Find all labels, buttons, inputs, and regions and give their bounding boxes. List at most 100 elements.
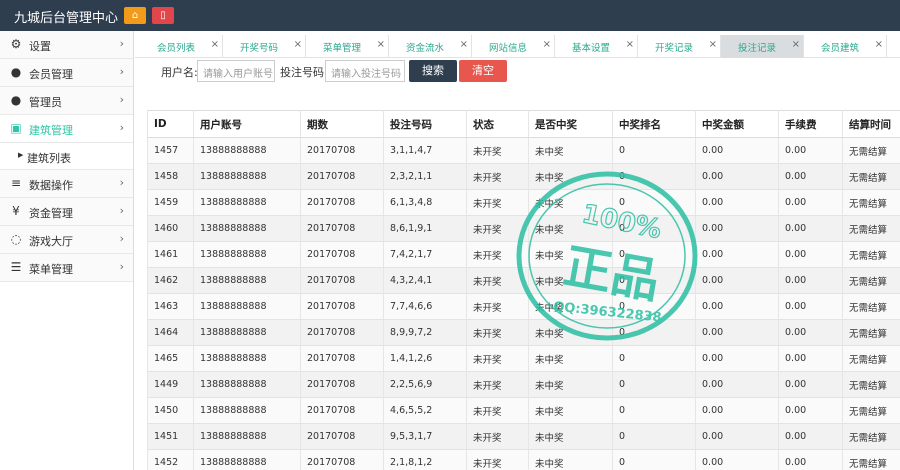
table-row[interactable]: 1463 13888888888 20170708 7,7,4,6,6 未开奖 未中奖 0 0…	[147, 293, 900, 320]
table-cell: 无需结算	[842, 319, 900, 346]
table-row[interactable]: 1458 13888888888 20170708 2,3,2,1,1 未开奖 未中奖 0 0…	[147, 163, 900, 190]
home-button[interactable]: ⌂	[124, 7, 146, 24]
table-cell: 13888888888	[193, 215, 301, 242]
tab-0[interactable]: 会员列表 ×	[140, 35, 223, 58]
table-row[interactable]: 1462 13888888888 20170708 4,3,2,4,1 未开奖 未中奖 0 0…	[147, 267, 900, 294]
top-bar: 九城后台管理中心 ⌂ ▯	[0, 0, 900, 31]
table-cell: 无需结算	[842, 267, 900, 294]
circle-icon: ◌	[10, 232, 22, 246]
close-icon[interactable]: ×	[294, 39, 302, 50]
column-header[interactable]: 状态	[466, 110, 529, 138]
table-cell: 3,1,1,4,7	[383, 137, 467, 164]
table-cell: 0	[612, 449, 696, 470]
sidebar-item-3[interactable]: ▣ 建筑管理 ›	[0, 115, 133, 143]
column-header[interactable]: 结算时间	[842, 110, 900, 138]
table-cell: 13888888888	[193, 189, 301, 216]
bet-number-input[interactable]: 请输入投注号码	[325, 60, 405, 82]
table-row[interactable]: 1452 13888888888 20170708 2,1,8,1,2 未开奖 未中奖 0 0…	[147, 449, 900, 470]
table-cell: 无需结算	[842, 449, 900, 470]
column-header[interactable]: 投注号码	[383, 110, 467, 138]
username-input[interactable]: 请输入用户账号	[197, 60, 275, 82]
table-cell: 20170708	[300, 267, 384, 294]
sidebar-item-2[interactable]: ● 管理员 ›	[0, 87, 133, 115]
column-header[interactable]: 用户账号	[193, 110, 301, 138]
table-row[interactable]: 1449 13888888888 20170708 2,2,5,6,9 未开奖 未中奖 0 0…	[147, 371, 900, 398]
search-button[interactable]: 搜索	[409, 60, 457, 82]
tab-label: 菜单管理	[322, 43, 361, 54]
tab-3[interactable]: 资金流水 ×	[389, 35, 472, 58]
column-header[interactable]: 中奖金额	[695, 110, 779, 138]
close-icon[interactable]: ×	[875, 39, 883, 50]
table-cell: 1,4,1,2,6	[383, 345, 467, 372]
table-cell: 未中奖	[528, 345, 613, 372]
table-cell: 未中奖	[528, 215, 613, 242]
sidebar-item-0[interactable]: ⚙ 设置 ›	[0, 31, 133, 59]
table-cell: 无需结算	[842, 423, 900, 450]
column-header[interactable]: 是否中奖	[528, 110, 613, 138]
table-row[interactable]: 1451 13888888888 20170708 9,5,3,1,7 未开奖 未中奖 0 0…	[147, 423, 900, 450]
column-header[interactable]: 期数	[300, 110, 384, 138]
table-row[interactable]: 1460 13888888888 20170708 8,6,1,9,1 未开奖 未中奖 0 0…	[147, 215, 900, 242]
table-row[interactable]: 1461 13888888888 20170708 7,4,2,1,7 未开奖 未中奖 0 0…	[147, 241, 900, 268]
building-icon: ▣	[10, 121, 22, 135]
table-cell: 无需结算	[842, 397, 900, 424]
search-bar: 用户名: 请输入用户账号 投注号码: 请输入投注号码 搜索 清空	[135, 58, 900, 86]
close-icon[interactable]: ×	[792, 39, 800, 50]
table-cell: 未中奖	[528, 241, 613, 268]
table-row[interactable]: 1464 13888888888 20170708 8,9,9,7,2 未开奖 未中奖 0 0…	[147, 319, 900, 346]
sidebar-item-5[interactable]: ¥ 资金管理 ›	[0, 198, 133, 226]
list-icon: ☰	[10, 260, 22, 274]
table-cell: 1464	[147, 319, 194, 346]
table-cell: 0.00	[778, 449, 843, 470]
column-header[interactable]: ID	[147, 110, 194, 138]
close-icon[interactable]: ×	[460, 39, 468, 50]
tab-2[interactable]: 菜单管理 ×	[306, 35, 389, 58]
close-icon[interactable]: ×	[709, 39, 717, 50]
table-cell: 0.00	[695, 163, 779, 190]
table-cell: 1457	[147, 137, 194, 164]
sidebar-item-1[interactable]: ● 会员管理 ›	[0, 59, 133, 87]
column-header[interactable]: 中奖排名	[612, 110, 696, 138]
sidebar-item-label: 会员管理	[29, 68, 73, 81]
clear-button[interactable]: 清空	[459, 60, 507, 82]
table-cell: 20170708	[300, 189, 384, 216]
table-cell: 0	[612, 215, 696, 242]
table-cell: 20170708	[300, 423, 384, 450]
close-icon[interactable]: ×	[377, 39, 385, 50]
sidebar-item-7[interactable]: ☰ 菜单管理 ›	[0, 254, 133, 282]
table-cell: 20170708	[300, 319, 384, 346]
table-cell: 无需结算	[842, 293, 900, 320]
tab-4[interactable]: 网站信息 ×	[472, 35, 555, 58]
column-header[interactable]: 手续费	[778, 110, 843, 138]
tab-6[interactable]: 开奖记录 ×	[638, 35, 721, 58]
tab-1[interactable]: 开奖号码 ×	[223, 35, 306, 58]
table-cell: 1458	[147, 163, 194, 190]
chevron-right-icon: ›	[119, 93, 124, 106]
trash-button[interactable]: ▯	[152, 7, 174, 24]
tab-8[interactable]: 会员建筑 ×	[804, 35, 887, 58]
table-cell: 1451	[147, 423, 194, 450]
table-cell: 13888888888	[193, 293, 301, 320]
close-icon[interactable]: ×	[543, 39, 551, 50]
tab-5[interactable]: 基本设置 ×	[555, 35, 638, 58]
table-cell: 未中奖	[528, 371, 613, 398]
table-row[interactable]: 1457 13888888888 20170708 3,1,1,4,7 未开奖 未中奖 0 0…	[147, 137, 900, 164]
table-row[interactable]: 1450 13888888888 20170708 4,6,5,5,2 未开奖 未中奖 0 0…	[147, 397, 900, 424]
table-cell: 13888888888	[193, 241, 301, 268]
sidebar-subitem-building-list[interactable]: ▶ 建筑列表	[0, 143, 133, 170]
sidebar-item-label: 资金管理	[29, 207, 73, 220]
table-cell: 13888888888	[193, 371, 301, 398]
sidebar-item-6[interactable]: ◌ 游戏大厅 ›	[0, 226, 133, 254]
table-row[interactable]: 1459 13888888888 20170708 6,1,3,4,8 未开奖 未中奖 0 0…	[147, 189, 900, 216]
table-cell: 0	[612, 397, 696, 424]
tab-7[interactable]: 投注记录 ×	[721, 35, 804, 58]
table-cell: 0.00	[778, 345, 843, 372]
table-cell: 20170708	[300, 137, 384, 164]
sidebar-item-4[interactable]: ≡ 数据操作 ›	[0, 170, 133, 198]
close-icon[interactable]: ×	[211, 39, 219, 50]
table-row[interactable]: 1465 13888888888 20170708 1,4,1,2,6 未开奖 未中奖 0 0…	[147, 345, 900, 372]
bet-number-label: 投注号码:	[280, 66, 328, 79]
close-icon[interactable]: ×	[626, 39, 634, 50]
chevron-right-icon: ›	[119, 121, 124, 134]
sidebar-item-label: 数据操作	[29, 179, 73, 192]
